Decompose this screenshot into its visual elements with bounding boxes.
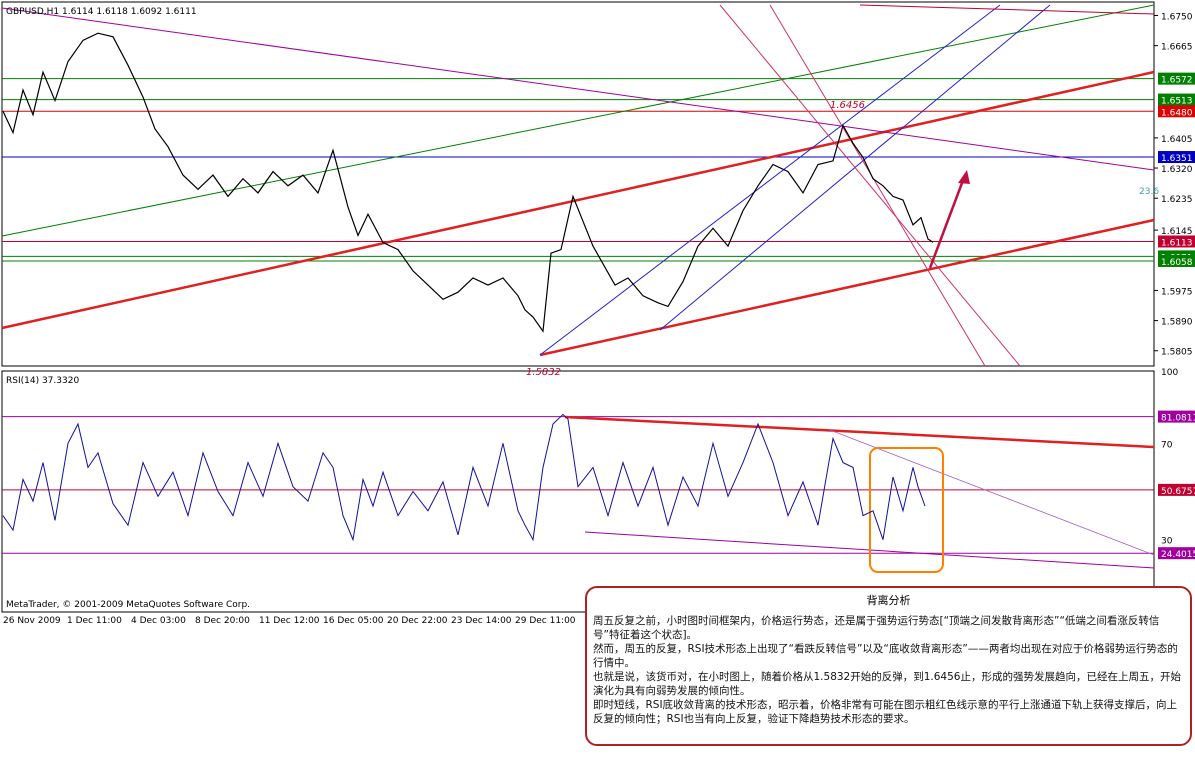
time-tick-label: 1 Dec 11:00 xyxy=(67,616,122,626)
note-paragraph: 然而，周五的反复，RSI技术形态上出现了“看跌反转信号”以及“底收敛背离形态”—… xyxy=(593,643,1178,669)
rsi-title: RSI(14) 37.3320 xyxy=(6,376,79,386)
price-tick-label: 1.5805 xyxy=(1161,348,1193,358)
time-tick-label: 11 Dec 12:00 xyxy=(259,616,320,626)
note-title: 背离分析 xyxy=(866,594,911,607)
chart-title: GBPUSD,H1 1.6114 1.6118 1.6092 1.6111 xyxy=(6,7,197,17)
rsi-axis-ticks: 100 70 30 xyxy=(1161,368,1178,547)
price-tick-label: 1.5890 xyxy=(1161,318,1193,328)
time-tick-label: 26 Nov 2009 xyxy=(3,616,61,626)
note-paragraph: 周五反复之前，小时图时间框架内，价格运行势态，还是属于强势运行势态[“顶端之间发… xyxy=(593,615,1160,641)
price-level-label: 1.6513 xyxy=(1161,97,1193,107)
low-label: 1.5832 xyxy=(526,367,561,378)
price-tick-label: 1.5975 xyxy=(1161,287,1193,297)
rsi-tick-label: 30 xyxy=(1161,537,1173,547)
time-tick-label: 16 Dec 05:00 xyxy=(323,616,384,626)
rsi-level-label: 24.4015 xyxy=(1161,550,1195,560)
rsi-tick-label: 70 xyxy=(1161,440,1173,450)
price-tick-label: 1.6665 xyxy=(1161,43,1193,53)
price-level-label: 1.6113 xyxy=(1161,238,1193,248)
rsi-level-label: 81.0811 xyxy=(1161,414,1195,424)
divergence-analysis-note: 背离分析 周五反复之前，小时图时间框架内，价格运行势态，还是属于强势运行势态[“… xyxy=(585,586,1192,746)
rsi-tick-label: 100 xyxy=(1161,368,1178,378)
note-paragraph: 也就是说，该货币对，在小时图上，随着价格从1.5832开始的反弹，到1.6456… xyxy=(593,671,1181,697)
price-level-label: 1.6480 xyxy=(1161,108,1193,118)
price-axis-ticks: 1.6750 1.6665 1.6405 1.6320 1.6235 1.6145 1.59… xyxy=(1154,12,1193,358)
price-tick-label: 1.6145 xyxy=(1161,227,1193,237)
copyright-text: MetaTrader, © 2001-2009 MetaQuotes Softw… xyxy=(6,600,250,610)
price-level-label: 1.6058 xyxy=(1161,258,1193,268)
fib-label: 23.6 xyxy=(1139,187,1159,197)
time-tick-label: 20 Dec 22:00 xyxy=(387,616,448,626)
high-label: 1.6456 xyxy=(830,100,865,111)
time-tick-label: 29 Dec 11:00 xyxy=(515,616,576,626)
time-tick-label: 23 Dec 14:00 xyxy=(451,616,512,626)
price-level-label: 1.6572 xyxy=(1161,76,1193,86)
rsi-level-label: 50.6757 xyxy=(1161,487,1195,497)
time-axis-ticks: 26 Nov 2009 1 Dec 11:00 4 Dec 03:00 8 Dec 2… xyxy=(3,616,576,626)
note-body: 周五反复之前，小时图时间框架内，价格运行势态，还是属于强势运行势态[“顶端之间发… xyxy=(587,608,1190,726)
note-paragraph: 即时短线，RSI底收敛背离的技术形态，昭示着，价格非常有可能在图示粗红色线示意的… xyxy=(593,699,1178,725)
price-tick-label: 1.6750 xyxy=(1161,12,1193,22)
price-level-label: 1.6351 xyxy=(1161,154,1193,164)
time-tick-label: 4 Dec 03:00 xyxy=(131,616,186,626)
price-tick-label: 1.6320 xyxy=(1161,165,1193,175)
time-tick-label: 8 Dec 20:00 xyxy=(195,616,250,626)
price-tick-label: 1.6405 xyxy=(1161,135,1193,145)
price-tick-label: 1.6235 xyxy=(1161,195,1193,205)
